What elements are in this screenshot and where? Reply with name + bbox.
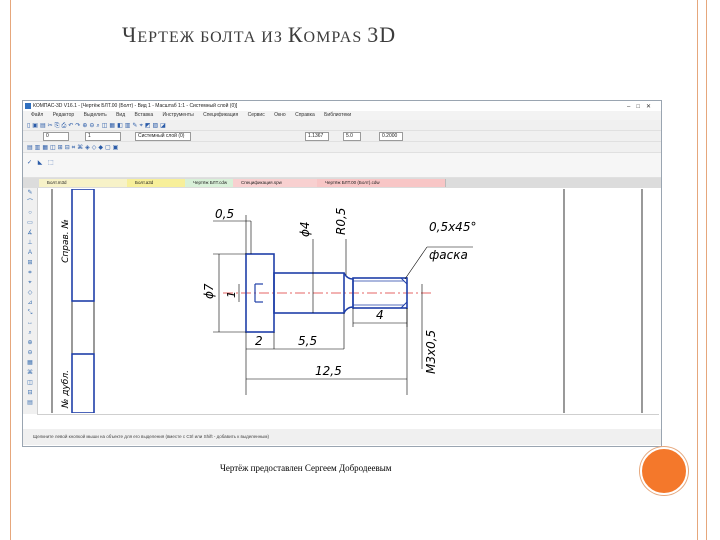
- menu-item[interactable]: Спецификация: [203, 112, 238, 118]
- title-part: ЕРТЕЖ БОЛТА ИЗ: [137, 29, 288, 46]
- side-label: № дубл.: [61, 370, 71, 409]
- app-logo-icon: [25, 103, 31, 109]
- toolbar-current-state: 0 1 Системный слой (0) 1.1367 5.0 0.2000: [23, 131, 661, 142]
- dim-label: фаска: [429, 248, 468, 262]
- toolbar-icons[interactable]: ▯▣▤✂⎘⎙↶↷⊕⊖⌕◫▦◧▥✎⌖◩▨◪: [27, 122, 168, 130]
- slide-caption: Чертёж предоставлен Сергеем Добродеевым: [220, 463, 392, 473]
- document-tabs: Болт.m3d Болт.a3d Чертёж БЛТ.cdw Специфи…: [23, 178, 661, 188]
- window-title: КОМПАС-3D V16.1 - [Чертёж БЛТ.00 (Болт) …: [33, 103, 238, 109]
- bolt-svg: 0,5 ϕ4 R0,5 0,5x45° фаска ϕ7 1 4 M3x0,5 …: [202, 207, 476, 395]
- tab-document[interactable]: Болт.m3d: [39, 179, 134, 187]
- toolbar-compact: ✓ ◣ ⬚: [23, 153, 661, 178]
- format-icons[interactable]: ▤▥▦◫⊞⊟⌗⌘◈◇◆▢▣: [27, 144, 120, 152]
- dim-label: 0,5x45°: [429, 220, 476, 234]
- menu-item[interactable]: Сервис: [248, 112, 265, 118]
- menu-item[interactable]: Вид: [116, 112, 125, 118]
- tab-document[interactable]: Болт.a3d: [127, 179, 192, 187]
- layer-select[interactable]: Системный слой (0): [135, 132, 191, 141]
- menu-bar: Файл Редактор Выделить Вид Вставка Инстр…: [23, 111, 661, 120]
- menu-item[interactable]: Окно: [274, 112, 286, 118]
- scale-field[interactable]: 1: [85, 132, 121, 141]
- dim-label: 0,5: [215, 207, 234, 221]
- tab-document[interactable]: Спецификация.spw: [233, 179, 324, 187]
- dim-label: 4: [376, 308, 384, 322]
- slide-title: ЧЕРТЕЖ БОЛТА ИЗ КOMPAS 3D: [122, 22, 396, 48]
- dim-label: 1: [225, 291, 238, 298]
- dim-label: 5,5: [298, 334, 317, 348]
- layer-number-field[interactable]: 0: [43, 132, 69, 141]
- menu-item[interactable]: Библиотеки: [324, 112, 351, 118]
- dim-label: 2: [255, 334, 263, 348]
- dim-label: ϕ4: [298, 221, 312, 237]
- menu-item[interactable]: Инструменты: [163, 112, 194, 118]
- menu-item[interactable]: Вставка: [135, 112, 154, 118]
- frame-line-left: [10, 0, 11, 540]
- dim-label: M3x0,5: [424, 330, 438, 374]
- decorative-circle: [640, 447, 688, 495]
- frame-line-right-outer: [697, 0, 698, 540]
- angle-field[interactable]: 0.2000: [379, 132, 403, 141]
- window-titlebar: КОМПАС-3D V16.1 - [Чертёж БЛТ.00 (Болт) …: [23, 101, 661, 111]
- kompas-screenshot: КОМПАС-3D V16.1 - [Чертёж БЛТ.00 (Болт) …: [22, 100, 662, 447]
- toolbar-format: ▤▥▦◫⊞⊟⌗⌘◈◇◆▢▣: [23, 142, 661, 153]
- menu-item[interactable]: Справка: [295, 112, 315, 118]
- left-compact-toolbar[interactable]: ✎ ⌒ ○ ▭ ∡ ⊥ A ⊞ ⌗ ⌖ ◇ ⊿ ⤡ ↔ ⌕ ⊕ ⊖ ▦ ⌘ ◫ ⊟ ▤: [23, 188, 38, 414]
- drawing-area[interactable]: Справ. № № дубл. 0,5 ϕ4 R0,5 0,5x45° фас…: [38, 189, 658, 413]
- tab-document-active[interactable]: Чертёж БЛТ.00 (Болт).cdw: [317, 179, 446, 187]
- status-text: Щелкните левой кнопкой мыши на объекте д…: [33, 434, 269, 439]
- dim-label: R0,5: [334, 208, 348, 235]
- title-part: 3D: [367, 22, 397, 47]
- bolt-drawing: 0,5 ϕ4 R0,5 0,5x45° фаска ϕ7 1 4 M3x0,5 …: [183, 199, 481, 399]
- dim-label: ϕ7: [202, 283, 216, 299]
- title-part: К: [287, 22, 304, 47]
- frame-line-right-inner: [706, 0, 707, 540]
- compact-icons[interactable]: ✓ ◣ ⬚: [27, 159, 56, 166]
- menu-item[interactable]: Выделить: [84, 112, 107, 118]
- zoom-field[interactable]: 1.1367: [305, 132, 329, 141]
- tab-document[interactable]: Чертёж БЛТ.cdw: [185, 179, 240, 187]
- side-label: Справ. №: [61, 219, 71, 263]
- step-field[interactable]: 5.0: [343, 132, 361, 141]
- properties-panel[interactable]: [37, 414, 659, 430]
- title-part: OMPAS: [303, 29, 368, 46]
- title-part: Ч: [122, 22, 138, 47]
- toolbar-standard: ▯▣▤✂⎘⎙↶↷⊕⊖⌕◫▦◧▥✎⌖◩▨◪: [23, 120, 661, 131]
- status-bar: Щелкните левой кнопкой мыши на объекте д…: [23, 429, 661, 445]
- menu-item[interactable]: Редактор: [53, 112, 75, 118]
- menu-item[interactable]: Файл: [31, 112, 43, 118]
- dim-label: 12,5: [315, 364, 342, 378]
